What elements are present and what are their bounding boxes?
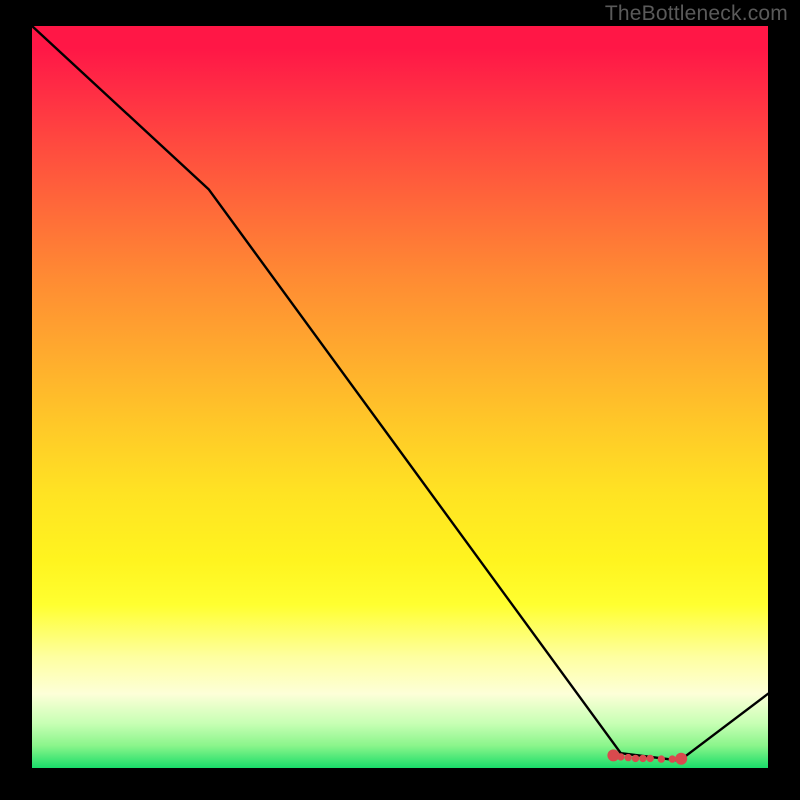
- chart-container: TheBottleneck.com: [0, 0, 800, 800]
- data-point: [625, 754, 631, 760]
- data-point: [658, 756, 664, 762]
- plot-area: [32, 26, 768, 768]
- watermark-text: TheBottleneck.com: [605, 2, 788, 26]
- data-point: [608, 750, 619, 761]
- data-point: [632, 755, 638, 761]
- data-point: [647, 755, 653, 761]
- chart-svg: [32, 26, 768, 768]
- data-point: [618, 754, 624, 760]
- line-series: [32, 26, 768, 761]
- data-point: [640, 755, 646, 761]
- data-point: [676, 753, 687, 764]
- data-point: [669, 756, 675, 762]
